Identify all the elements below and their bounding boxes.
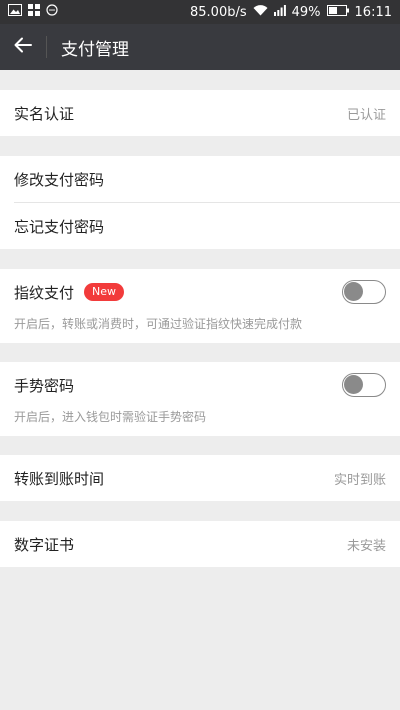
back-arrow-icon <box>14 37 32 57</box>
realname-status: 已认证 <box>346 107 386 123</box>
transfer-time-row[interactable]: 转账到账时间 实时到账 <box>0 455 400 501</box>
wifi-icon <box>253 4 268 20</box>
status-bar: 85.00b/s 49% 16:11 <box>0 0 400 24</box>
fingerprint-row: 指纹支付 New <box>0 269 400 315</box>
gesture-section: 手势密码 开启后，进入钱包时需验证手势密码 <box>0 362 400 436</box>
modify-password-label: 修改支付密码 <box>14 170 105 189</box>
nav-divider <box>46 36 47 58</box>
gesture-toggle[interactable] <box>342 373 386 397</box>
clock: 16:11 <box>354 4 392 20</box>
fingerprint-description: 开启后，转账或消费时，可通过验证指纹快速完成付款 <box>14 317 303 331</box>
battery-percent: 49% <box>291 4 321 20</box>
gesture-row: 手势密码 <box>0 362 400 408</box>
modify-password-row[interactable]: 修改支付密码 <box>0 156 400 202</box>
new-badge: New <box>84 283 125 301</box>
gesture-description: 开启后，进入钱包时需验证手势密码 <box>14 410 207 424</box>
forgot-password-label: 忘记支付密码 <box>14 217 105 236</box>
certificate-label: 数字证书 <box>14 535 75 554</box>
network-speed: 85.00b/s <box>190 4 247 20</box>
back-button[interactable] <box>0 24 46 70</box>
realname-section: 实名认证 已认证 <box>0 90 400 136</box>
forgot-password-row[interactable]: 忘记支付密码 <box>0 203 400 249</box>
transfer-time-value: 实时到账 <box>333 472 386 488</box>
fingerprint-section: 指纹支付 New 开启后，转账或消费时，可通过验证指纹快速完成付款 <box>0 269 400 343</box>
fingerprint-toggle[interactable] <box>342 280 386 304</box>
certificate-status: 未安装 <box>346 538 386 554</box>
app-grid-notification-icon <box>28 4 40 20</box>
gallery-notification-icon <box>8 4 22 20</box>
gesture-label: 手势密码 <box>14 376 75 395</box>
toggle-knob <box>344 282 363 301</box>
password-section: 修改支付密码 忘记支付密码 <box>0 156 400 249</box>
toggle-knob <box>344 375 363 394</box>
certificate-row[interactable]: 数字证书 未安装 <box>0 521 400 567</box>
signal-icon <box>273 4 286 20</box>
transfer-time-label: 转账到账时间 <box>14 469 105 488</box>
realname-label: 实名认证 <box>14 104 75 123</box>
transfer-time-section: 转账到账时间 实时到账 <box>0 455 400 501</box>
realname-row[interactable]: 实名认证 已认证 <box>0 90 400 136</box>
battery-icon <box>326 4 349 20</box>
message-notification-icon <box>46 4 58 20</box>
certificate-section: 数字证书 未安装 <box>0 521 400 567</box>
page-title: 支付管理 <box>61 39 129 60</box>
navigation-bar: 支付管理 <box>0 24 400 70</box>
fingerprint-label: 指纹支付 <box>14 283 75 302</box>
